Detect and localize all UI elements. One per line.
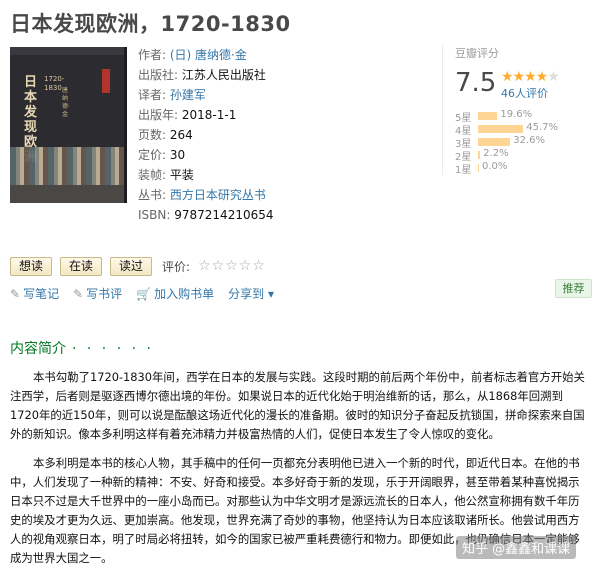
book-title: 日本发现欧洲，1720-1830 xyxy=(10,12,291,36)
rate-label: 评价: xyxy=(162,259,191,274)
author-link[interactable]: (日) 唐纳德·金 xyxy=(170,48,247,62)
rating-score: 7.5 xyxy=(455,68,497,98)
book-cover-image[interactable]: 日本发现欧洲 1720-1830 唐纳德·金 xyxy=(10,47,127,203)
rating-bar-fill xyxy=(478,164,479,172)
want-to-read-button[interactable]: 想读 xyxy=(10,256,53,276)
meta-label: 定价: xyxy=(138,148,167,162)
meta-value: 江苏人民出版社 xyxy=(181,68,266,82)
meta-value: 平装 xyxy=(169,168,194,182)
rating-bar-row: 3星 32.6% xyxy=(455,135,595,150)
rating-panel-title: 豆瓣评分 xyxy=(455,47,499,60)
meta-value: 2018-1-1 xyxy=(181,108,237,122)
meta-row-pubyear: 出版年: 2018-1-1 xyxy=(138,105,274,125)
write-review-label: 写书评 xyxy=(86,287,123,301)
series-link[interactable]: 西方日本研究丛书 xyxy=(170,188,266,202)
cover-red-seal xyxy=(102,69,110,93)
rating-bar-percent: 2.2% xyxy=(483,148,509,159)
write-note-link[interactable]: ✎ 写笔记 xyxy=(10,285,59,302)
star-icons-filled: ★★★★ xyxy=(501,69,548,85)
share-dropdown[interactable]: 分享到 ▾ xyxy=(228,285,274,302)
write-review-link[interactable]: ✎ 写书评 xyxy=(73,285,122,302)
meta-label: 作者: xyxy=(138,48,167,62)
cover-illustration-band xyxy=(10,147,124,187)
star-icons-empty: ★ xyxy=(547,69,560,85)
rating-bar-fill xyxy=(478,138,511,146)
add-to-cart-link[interactable]: 🛒 加入购书单 xyxy=(136,285,214,302)
reading-button[interactable]: 在读 xyxy=(60,256,103,276)
section-title-dots: · · · · · · xyxy=(72,341,154,357)
rate-stars-input[interactable]: ☆☆☆☆☆ xyxy=(198,258,266,274)
rating-bar-label: 1星 xyxy=(455,165,472,176)
meta-label: 出版社: xyxy=(138,68,179,82)
meta-row-price: 定价: 30 xyxy=(138,145,274,165)
douban-rating-panel: 豆瓣评分 7.5 ★★★★★ 46人评价 5星 19.6% 4星 45.7% 3星 32.… xyxy=(442,45,595,176)
meta-row-author: 作者: (日) 唐纳德·金 xyxy=(138,45,274,65)
add-to-cart-label: 加入购书单 xyxy=(154,287,215,301)
pencil-icon: ✎ xyxy=(73,287,84,301)
book-meta-info: 作者: (日) 唐纳德·金 出版社: 江苏人民出版社 译者: 孙建军 出版年: … xyxy=(138,45,274,225)
meta-label: ISBN: xyxy=(138,208,171,222)
rating-bar-row: 1星 0.0% xyxy=(455,161,595,176)
rating-bar-percent: 32.6% xyxy=(513,135,546,146)
recommend-button[interactable]: 推荐 xyxy=(555,279,592,298)
rating-bar-row: 2星 2.2% xyxy=(455,148,595,163)
section-title-text: 内容简介 xyxy=(10,341,66,357)
rating-bar-fill xyxy=(478,112,498,120)
meta-row-series: 丛书: 西方日本研究丛书 xyxy=(138,185,274,205)
meta-value: 264 xyxy=(169,128,193,142)
cover-bottom-band xyxy=(10,185,124,203)
rating-bar-fill xyxy=(478,151,481,159)
meta-row-pages: 页数: 264 xyxy=(138,125,274,145)
section-title: 内容简介 · · · · · · xyxy=(10,338,154,358)
meta-row-isbn: ISBN: 9787214210654 xyxy=(138,205,274,225)
meta-value: 9787214210654 xyxy=(174,208,274,222)
intro-paragraph: 本书勾勒了1720-1830年间，西学在日本的发展与实践。这段时期的前后两个年份… xyxy=(10,370,585,441)
cart-icon: 🛒 xyxy=(136,287,152,301)
rating-stars: ★★★★★ xyxy=(501,69,560,85)
meta-label: 译者: xyxy=(138,88,167,102)
pencil-icon: ✎ xyxy=(10,287,21,301)
meta-row-translator: 译者: 孙建军 xyxy=(138,85,274,105)
rating-bar-percent: 45.7% xyxy=(526,122,559,133)
rating-distribution: 5星 19.6% 4星 45.7% 3星 32.6% 2星 2.2% 1星 0.0% xyxy=(455,109,595,176)
meta-value: 30 xyxy=(169,148,186,162)
rating-bar-fill xyxy=(478,125,524,133)
translator-link[interactable]: 孙建军 xyxy=(170,88,206,102)
write-note-label: 写笔记 xyxy=(23,287,60,301)
zhihu-watermark: 知乎 @鑫鑫和课课 xyxy=(456,536,577,559)
cover-vertical-subtitle: 1720-1830 xyxy=(44,75,65,92)
meta-label: 装帧: xyxy=(138,168,167,182)
rating-count-link[interactable]: 46人评价 xyxy=(501,85,548,101)
meta-label: 丛书: xyxy=(138,188,167,202)
meta-label: 页数: xyxy=(138,128,167,142)
cover-top-strip xyxy=(10,47,124,55)
action-bar: 想读 在读 读过 评价: ☆☆☆☆☆ xyxy=(10,255,266,277)
rating-bar-row: 5星 19.6% xyxy=(455,109,595,124)
rating-bar-percent: 0.0% xyxy=(482,161,508,172)
have-read-button[interactable]: 读过 xyxy=(110,256,153,276)
cover-vertical-author: 唐纳德·金 xyxy=(62,87,70,118)
rating-bar-percent: 19.6% xyxy=(500,109,533,120)
meta-label: 出版年: xyxy=(138,108,179,122)
secondary-links: ✎ 写笔记 ✎ 写书评 🛒 加入购书单 分享到 ▾ xyxy=(10,285,274,302)
meta-row-publisher: 出版社: 江苏人民出版社 xyxy=(138,65,274,85)
meta-row-binding: 装帧: 平装 xyxy=(138,165,274,185)
rating-bar-row: 4星 45.7% xyxy=(455,122,595,137)
